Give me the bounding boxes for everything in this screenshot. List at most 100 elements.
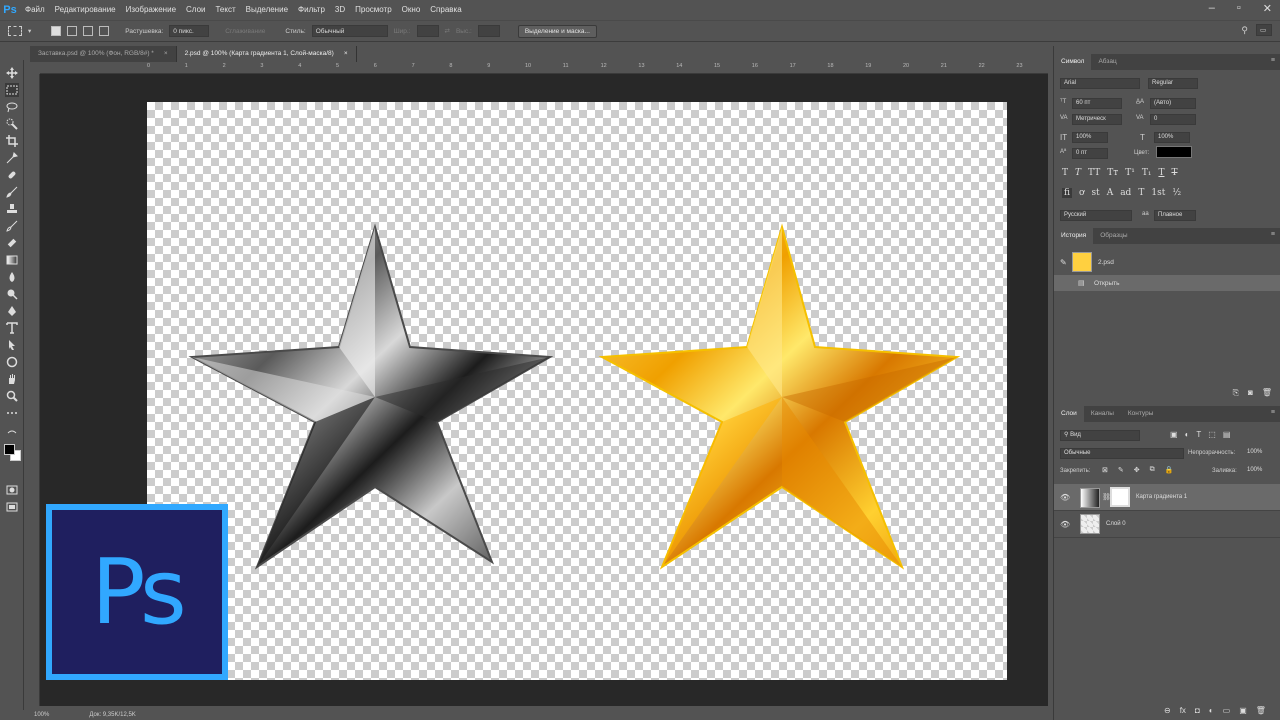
stylistic-alternates-button[interactable]: ad: [1120, 188, 1131, 198]
history-item[interactable]: ▤ Открыть: [1054, 275, 1280, 291]
fill-input[interactable]: 100%: [1244, 466, 1274, 477]
font-family-select[interactable]: Arial: [1060, 78, 1140, 89]
trash-icon[interactable]: 🗑: [1256, 706, 1266, 715]
swap-icon[interactable]: ⇄: [445, 27, 450, 35]
dodge-tool-icon[interactable]: [5, 287, 19, 301]
ordinals-button[interactable]: 1st: [1151, 188, 1165, 198]
ellipse-tool-icon[interactable]: [5, 355, 19, 369]
fx-icon[interactable]: fx: [1180, 706, 1186, 715]
antialias-select[interactable]: Плавное: [1154, 210, 1196, 221]
new-layer-icon[interactable]: ▣: [1239, 706, 1247, 715]
history-brush-source-icon[interactable]: ✎: [1060, 258, 1067, 267]
pixel-filter-icon[interactable]: ▣: [1170, 430, 1178, 439]
layer-row[interactable]: 👁 ⛓ Карта градиента 1: [1054, 484, 1280, 511]
document-canvas[interactable]: [147, 102, 1007, 680]
blur-tool-icon[interactable]: [5, 270, 19, 284]
tab-swatches[interactable]: Образцы: [1093, 228, 1134, 244]
style-select[interactable]: Обычный: [311, 25, 388, 37]
menu-select[interactable]: Выделение: [241, 0, 293, 20]
height-input[interactable]: [477, 25, 500, 37]
tab-2psd[interactable]: 2.psd @ 100% (Карта градиента 1, Слой-ма…: [176, 46, 357, 62]
tab-character[interactable]: Символ: [1054, 54, 1092, 70]
lock-position-icon[interactable]: ✥: [1134, 466, 1140, 474]
smart-object-filter-icon[interactable]: ▤: [1223, 430, 1231, 439]
strikethrough-button[interactable]: T: [1171, 168, 1177, 178]
contextual-alternates-button[interactable]: ơ: [1079, 188, 1084, 198]
type-filter-icon[interactable]: T: [1196, 430, 1201, 439]
blend-mode-select[interactable]: Обычные: [1060, 448, 1184, 459]
superscript-button[interactable]: T¹: [1125, 168, 1135, 178]
clone-stamp-tool-icon[interactable]: [5, 202, 19, 216]
small-caps-button[interactable]: Tт: [1107, 168, 1118, 178]
panel-menu-icon[interactable]: ≡: [1271, 409, 1275, 416]
tab-paragraph[interactable]: Абзац: [1091, 54, 1123, 70]
menu-layers[interactable]: Слои: [181, 0, 210, 20]
trash-icon[interactable]: 🗑: [1262, 388, 1272, 398]
lasso-tool-icon[interactable]: [5, 100, 19, 114]
foreground-color-swatch[interactable]: [4, 444, 15, 455]
screen-mode-icon[interactable]: [5, 500, 19, 514]
tab-close-icon[interactable]: ×: [344, 46, 348, 62]
menu-file[interactable]: Файл: [20, 0, 50, 20]
new-selection-icon[interactable]: [51, 26, 62, 36]
ligatures-button[interactable]: fi: [1062, 188, 1073, 198]
fractions-button[interactable]: ½: [1172, 188, 1181, 198]
subtract-selection-icon[interactable]: [83, 26, 94, 36]
menu-type[interactable]: Текст: [210, 0, 240, 20]
font-style-select[interactable]: Regular: [1148, 78, 1198, 89]
close-icon[interactable]: ✕: [1263, 2, 1272, 15]
add-mask-icon[interactable]: ◘: [1195, 706, 1200, 715]
layer-row[interactable]: 👁 Слой 0: [1054, 511, 1280, 538]
link-layers-icon[interactable]: ⊖: [1164, 706, 1171, 715]
new-document-from-state-icon[interactable]: ⎘: [1233, 388, 1239, 398]
lock-transparent-icon[interactable]: ⊠: [1102, 466, 1108, 474]
menu-window[interactable]: Окно: [397, 0, 426, 20]
width-input[interactable]: [416, 25, 439, 37]
text-color-swatch[interactable]: [1156, 146, 1192, 158]
zoom-tool-icon[interactable]: [5, 389, 19, 403]
lock-all-icon[interactable]: 🔒: [1165, 466, 1174, 474]
intersect-selection-icon[interactable]: [99, 26, 110, 36]
tab-zastavka[interactable]: Заставка.psd @ 100% (Фон, RGB/8#) * ×: [30, 46, 177, 62]
move-tool-icon[interactable]: [5, 66, 19, 80]
feather-input[interactable]: 0 пикс.: [169, 25, 210, 37]
font-size-input[interactable]: 60 пт: [1072, 98, 1122, 109]
lock-image-icon[interactable]: ✎: [1118, 466, 1124, 474]
marquee-tool-icon[interactable]: [5, 83, 19, 97]
path-selection-tool-icon[interactable]: [5, 338, 19, 352]
eye-icon[interactable]: 👁: [1060, 493, 1070, 502]
brush-tool-icon[interactable]: [5, 185, 19, 199]
discretionary-ligatures-button[interactable]: st: [1091, 188, 1099, 198]
search-icon[interactable]: ⚲: [1241, 25, 1248, 36]
adjustment-layer-icon[interactable]: ◐: [1209, 706, 1214, 715]
kerning-input[interactable]: Метрическ: [1072, 114, 1122, 125]
new-group-icon[interactable]: ▭: [1223, 706, 1231, 715]
menu-image[interactable]: Изображение: [121, 0, 181, 20]
faux-italic-button[interactable]: T: [1075, 168, 1081, 178]
panel-menu-icon[interactable]: ≡: [1271, 57, 1275, 64]
gradient-tool-icon[interactable]: [5, 253, 19, 267]
antialias-checkbox[interactable]: Сглаживание: [225, 28, 265, 35]
camera-icon[interactable]: ◙: [1248, 388, 1253, 398]
adjustment-filter-icon[interactable]: ◐: [1185, 430, 1190, 439]
opacity-input[interactable]: 100%: [1244, 448, 1274, 459]
menu-filter[interactable]: Фильтр: [293, 0, 330, 20]
menu-view[interactable]: Просмотр: [350, 0, 397, 20]
history-brush-tool-icon[interactable]: [5, 219, 19, 233]
add-selection-icon[interactable]: [67, 26, 78, 36]
tab-close-icon[interactable]: ×: [164, 46, 168, 62]
minimize-icon[interactable]: –: [1209, 2, 1215, 15]
menu-help[interactable]: Справка: [425, 0, 466, 20]
baseline-shift-input[interactable]: 0 пт: [1072, 148, 1108, 159]
underline-button[interactable]: T: [1158, 168, 1164, 178]
shape-filter-icon[interactable]: ⬚: [1208, 430, 1216, 439]
leading-input[interactable]: (Авто): [1150, 98, 1196, 109]
workspace-select-icon[interactable]: ▭: [1256, 24, 1272, 36]
chevron-down-icon[interactable]: ▾: [28, 27, 31, 35]
menu-edit[interactable]: Редактирование: [50, 0, 121, 20]
menu-3d[interactable]: 3D: [330, 0, 350, 20]
type-tool-icon[interactable]: [5, 321, 19, 335]
zoom-level[interactable]: 100%: [34, 710, 49, 720]
layer-filter-select[interactable]: ⚲ Вид: [1060, 430, 1140, 441]
all-caps-button[interactable]: TT: [1088, 168, 1100, 178]
